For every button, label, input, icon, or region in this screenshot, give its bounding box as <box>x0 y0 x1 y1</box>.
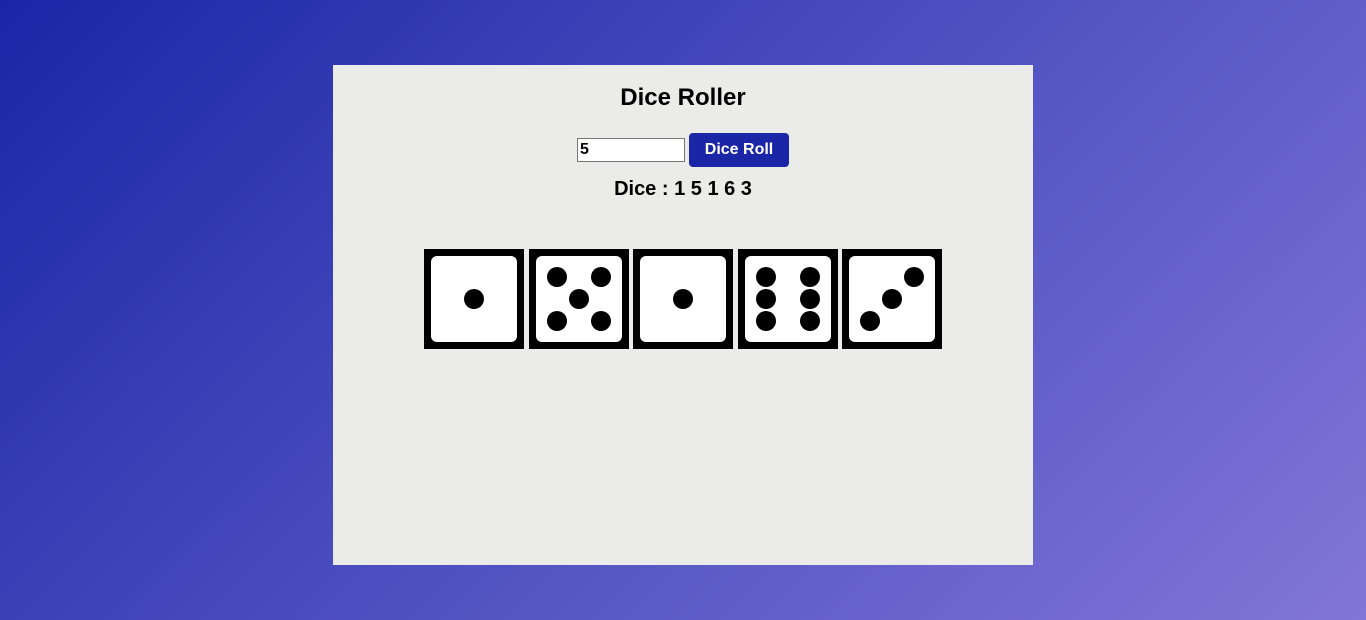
die-pip <box>904 267 924 287</box>
die-pip <box>673 289 693 309</box>
die-pip <box>546 267 567 287</box>
die-pip <box>799 267 820 287</box>
dice-result-text: Dice : 1 5 1 6 3 <box>614 178 752 200</box>
dice-roll-button[interactable]: Dice Roll <box>689 133 789 167</box>
die-pip <box>799 311 820 331</box>
dice-count-input[interactable] <box>577 138 685 162</box>
die-face <box>535 256 622 342</box>
die-1 <box>424 249 524 349</box>
die-pip <box>860 311 880 331</box>
die-2 <box>528 249 629 349</box>
die-3 <box>633 249 733 349</box>
die-pip <box>546 311 567 331</box>
die-face <box>849 256 935 342</box>
die-face <box>744 256 831 342</box>
die-pip <box>755 267 776 287</box>
die-pip <box>590 311 611 331</box>
die-pip <box>568 289 589 309</box>
die-pip <box>755 289 776 309</box>
dice-row <box>333 249 1033 349</box>
die-4 <box>737 249 838 349</box>
die-pip <box>755 311 776 331</box>
die-pip <box>882 289 902 309</box>
dice-roller-card: Dice Roller Dice Roll Dice : 1 5 1 6 3 <box>333 65 1033 565</box>
die-pip <box>464 289 484 309</box>
die-face <box>431 256 517 342</box>
die-pip <box>590 267 611 287</box>
die-5 <box>842 249 942 349</box>
die-face <box>640 256 726 342</box>
page-title: Dice Roller <box>620 84 746 111</box>
die-pip <box>799 289 820 309</box>
controls-row: Dice Roll <box>333 133 1033 167</box>
